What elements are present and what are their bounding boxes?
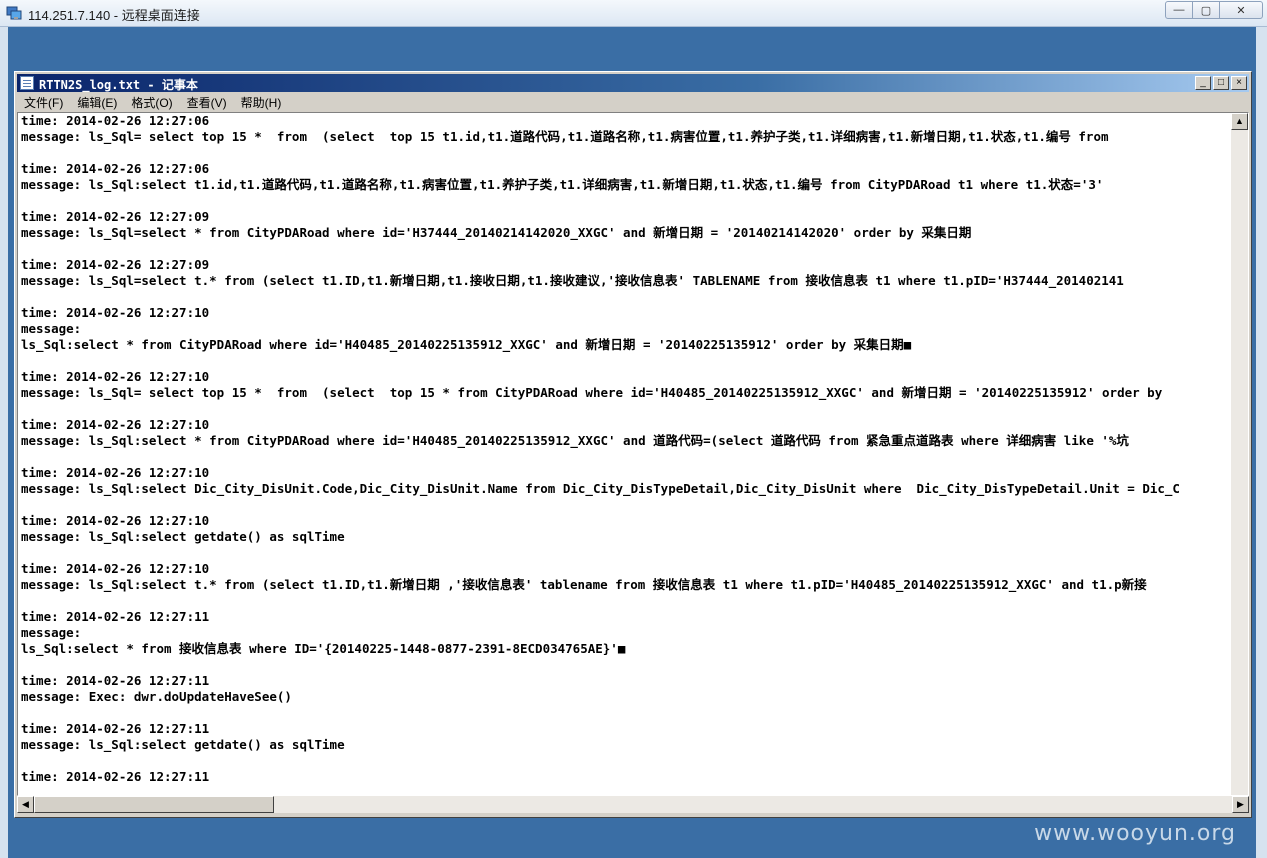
log-line: time: 2014-02-26 12:27:10 [21, 369, 210, 384]
scroll-right-button[interactable]: ▶ [1232, 796, 1249, 813]
notepad-window-controls: _ □ × [1193, 76, 1247, 90]
log-line: message: ls_Sql:select getdate() as sqlT… [21, 737, 345, 752]
log-line: message: ls_Sql= select top 15 * from (s… [21, 385, 1163, 400]
rdp-window-controls: — ▢ ✕ [1165, 1, 1263, 19]
log-line: message: ls_Sql:select getdate() as sqlT… [21, 529, 345, 544]
menu-file[interactable]: 文件(F) [17, 94, 70, 111]
log-line: message: ls_Sql:select * from CityPDARoa… [21, 433, 1129, 448]
notepad-text-area[interactable]: time: 2014-02-26 12:27:06 message: ls_Sql… [17, 112, 1249, 796]
log-line: ls_Sql:select * from 接收信息表 where ID='{20… [21, 641, 626, 656]
log-line: time: 2014-02-26 12:27:11 [21, 673, 210, 688]
rdp-close-button[interactable]: ✕ [1219, 1, 1263, 19]
log-line: time: 2014-02-26 12:27:09 [21, 209, 210, 224]
log-line: message: ls_Sql:select t1.id,t1.道路代码,t1.… [21, 177, 1104, 192]
rdp-frame-right [1256, 27, 1267, 858]
log-line: time: 2014-02-26 12:27:10 [21, 305, 210, 320]
watermark: www.wooyun.org [1034, 821, 1236, 846]
notepad-menu-bar: 文件(F) 编辑(E) 格式(O) 查看(V) 帮助(H) [17, 93, 1249, 112]
log-line: message: ls_Sql=select * from CityPDARoa… [21, 225, 972, 240]
log-line: message: [21, 625, 82, 640]
log-line: time: 2014-02-26 12:27:10 [21, 417, 210, 432]
rdp-frame-left [0, 27, 8, 858]
scroll-left-button[interactable]: ◀ [17, 796, 34, 813]
log-line: message: ls_Sql=select t.* from (select … [21, 273, 1124, 288]
log-line: message: ls_Sql= select top 15 * from (s… [21, 129, 1109, 144]
log-line: message: ls_Sql:select t.* from (select … [21, 577, 1147, 592]
notepad-window: RTTN2S_log.txt - 记事本 _ □ × 文件(F) 编辑(E) 格… [14, 71, 1252, 818]
notepad-icon [20, 76, 34, 90]
vertical-scrollbar[interactable]: ▲ [1231, 113, 1248, 795]
log-line: time: 2014-02-26 12:27:06 [21, 161, 210, 176]
horizontal-scrollbar[interactable]: ◀ ▶ [17, 796, 1249, 813]
log-line: time: 2014-02-26 12:27:10 [21, 513, 210, 528]
menu-format[interactable]: 格式(O) [124, 94, 179, 111]
rdp-restore-button[interactable]: ▢ [1192, 1, 1220, 19]
notepad-title-bar[interactable]: RTTN2S_log.txt - 记事本 _ □ × [17, 74, 1249, 92]
rdp-title-bar[interactable]: 114.251.7.140 - 远程桌面连接 — ▢ ✕ [0, 0, 1267, 27]
log-line: time: 2014-02-26 12:27:11 [21, 721, 210, 736]
notepad-minimize-button[interactable]: _ [1195, 76, 1211, 90]
rdp-window-title: 114.251.7.140 - 远程桌面连接 [28, 8, 200, 23]
log-line: time: 2014-02-26 12:27:09 [21, 257, 210, 272]
menu-edit[interactable]: 编辑(E) [70, 94, 124, 111]
rdp-minimize-button[interactable]: — [1165, 1, 1193, 19]
remote-desktop: RTTN2S_log.txt - 记事本 _ □ × 文件(F) 编辑(E) 格… [8, 27, 1256, 858]
notepad-close-button[interactable]: × [1231, 76, 1247, 90]
notepad-title: RTTN2S_log.txt - 记事本 [39, 78, 198, 92]
horizontal-scroll-thumb[interactable] [34, 796, 274, 813]
menu-view[interactable]: 查看(V) [180, 94, 234, 111]
menu-help[interactable]: 帮助(H) [234, 94, 289, 111]
log-line: time: 2014-02-26 12:27:11 [21, 769, 210, 784]
log-text[interactable]: time: 2014-02-26 12:27:06 message: ls_Sql… [21, 113, 1246, 795]
scroll-up-button[interactable]: ▲ [1231, 113, 1248, 130]
log-line: ls_Sql:select * from CityPDARoad where i… [21, 337, 912, 352]
log-line: message: Exec: dwr.doUpdateHaveSee() [21, 689, 292, 704]
log-line: time: 2014-02-26 12:27:06 [21, 113, 210, 128]
remote-desktop-icon [6, 6, 22, 20]
log-line: time: 2014-02-26 12:27:10 [21, 561, 210, 576]
log-line: time: 2014-02-26 12:27:11 [21, 609, 210, 624]
log-line: time: 2014-02-26 12:27:10 [21, 465, 210, 480]
log-line: message: [21, 321, 82, 336]
notepad-maximize-button[interactable]: □ [1213, 76, 1229, 90]
log-line: message: ls_Sql:select Dic_City_DisUnit.… [21, 481, 1180, 496]
